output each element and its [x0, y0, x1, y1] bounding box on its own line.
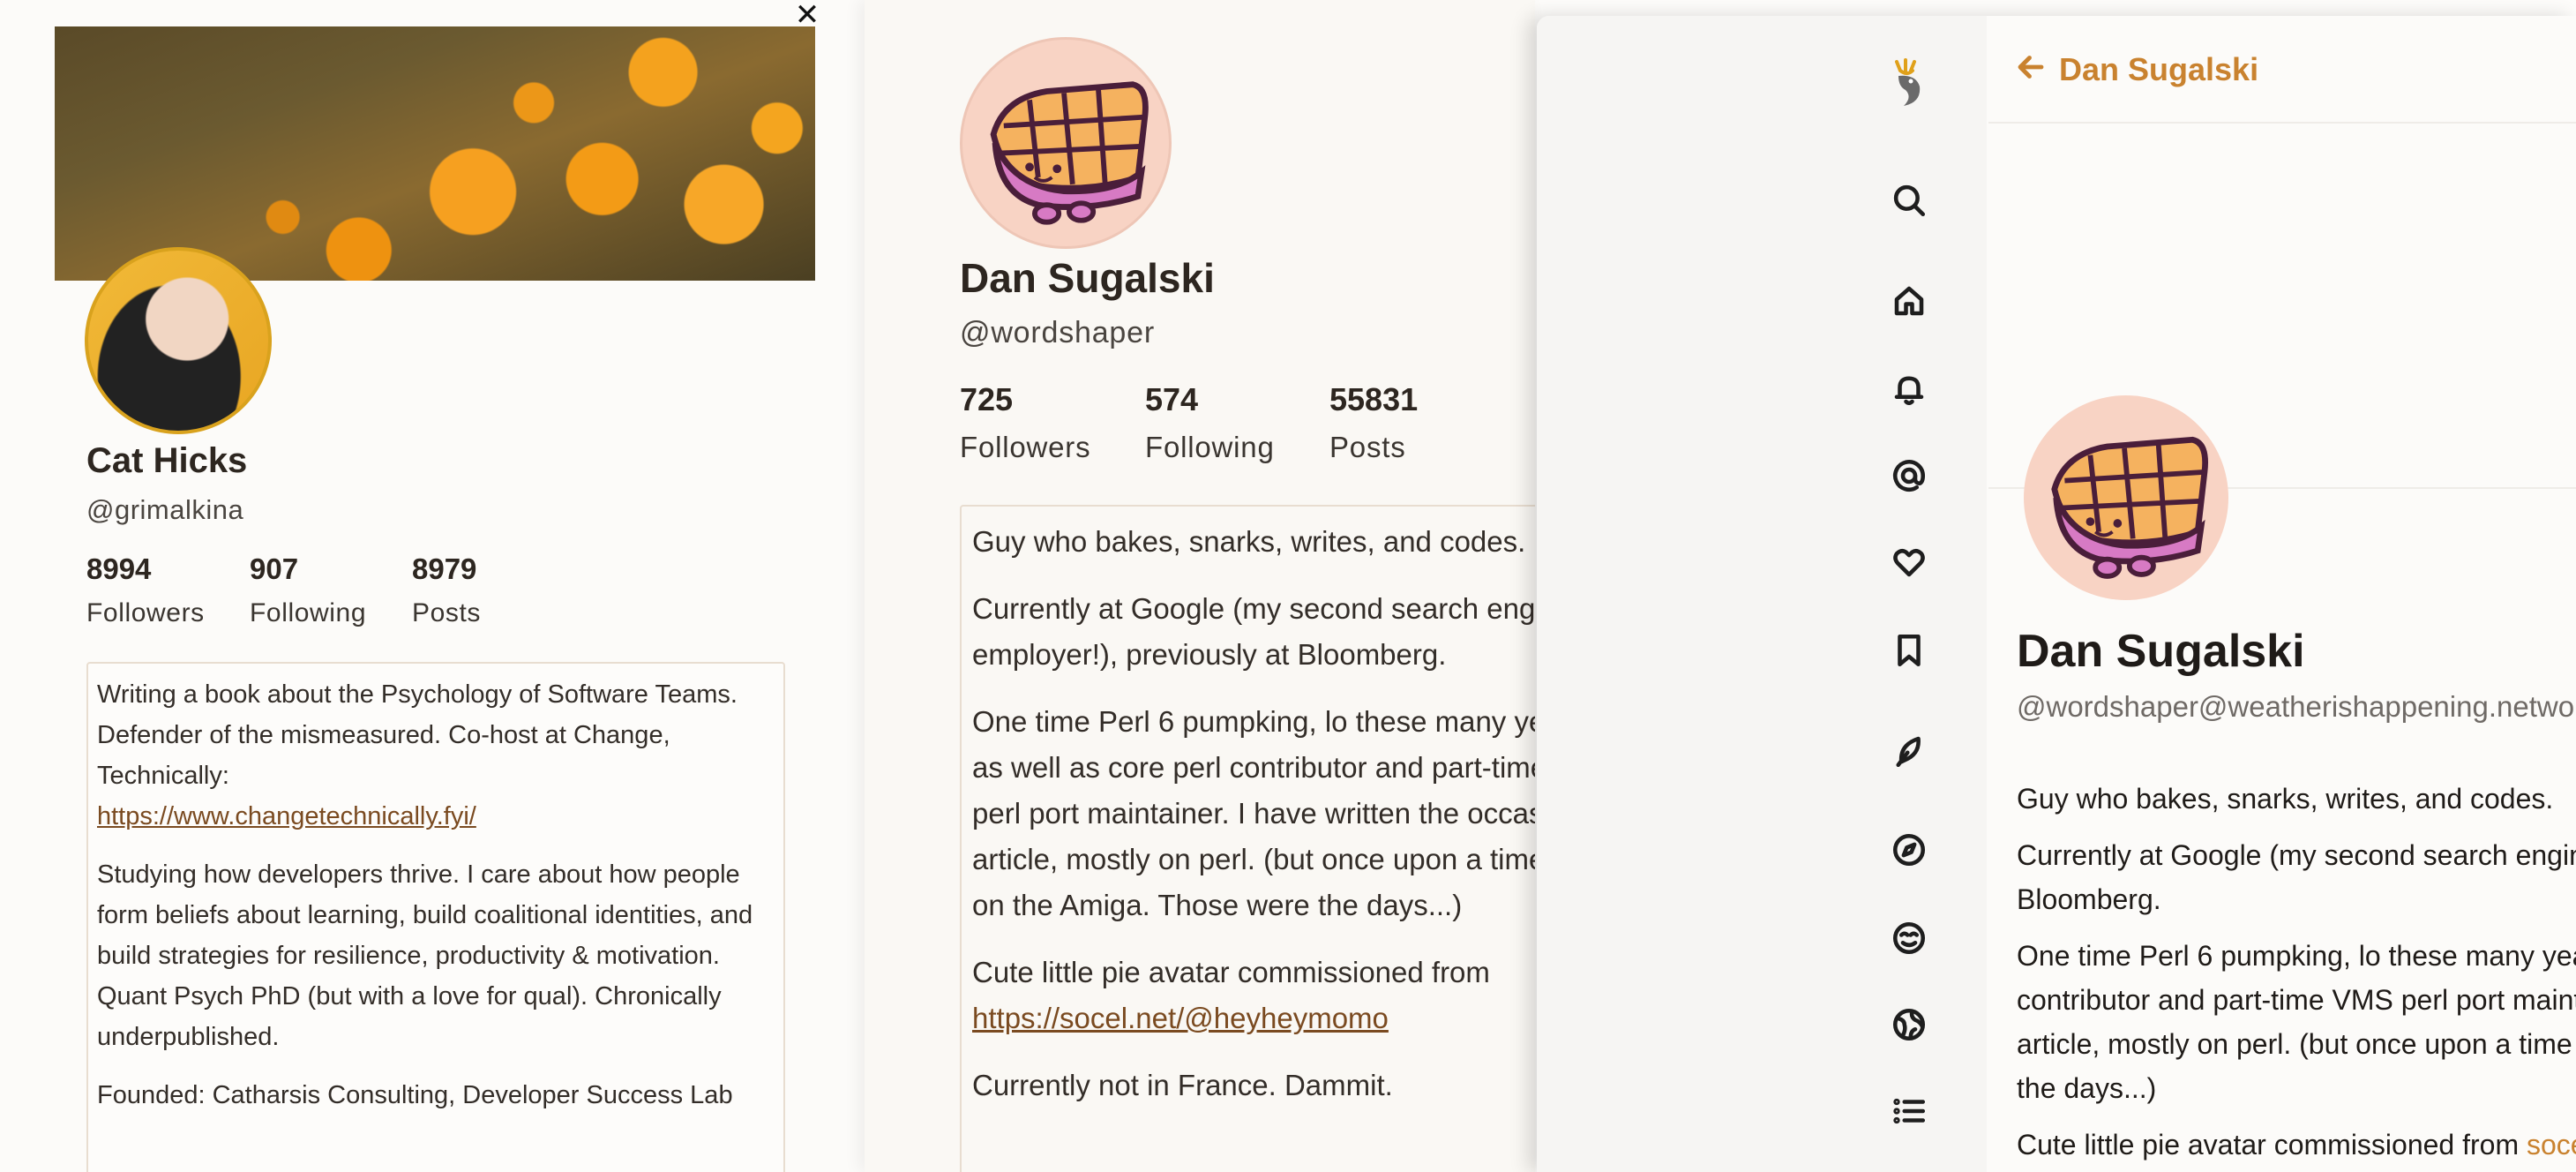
- bio-paragraph: Currently at Google (my second search en…: [972, 586, 1535, 678]
- profile-name: Cat Hicks: [86, 441, 248, 480]
- profile-name: Dan Sugalski: [960, 255, 1215, 301]
- bio-line: Cute little pie avatar commissioned from: [972, 956, 1490, 988]
- profile-bio: Writing a book about the Psychology of S…: [86, 662, 785, 1172]
- stat-label: Posts: [1329, 431, 1406, 463]
- avatar[interactable]: [960, 37, 1172, 249]
- stat-posts[interactable]: 8979 Posts: [412, 552, 481, 628]
- profile-handle: @wordshaper: [960, 316, 1155, 349]
- bio-text: Writing a book about the Psychology of S…: [97, 680, 738, 790]
- bio-line: Currently at Google (my second search en…: [2017, 839, 2576, 871]
- app-window: Dan Sugalski Dan Sugalski @wordshaper@we…: [1537, 16, 2576, 1172]
- bio-paragraph: Founded: Catharsis Consulting, Developer…: [97, 1081, 733, 1109]
- header-banner-image: [55, 26, 815, 281]
- stat-label: Following: [1145, 431, 1275, 463]
- heart-icon[interactable]: [1889, 542, 1929, 582]
- list-icon[interactable]: [1889, 1091, 1929, 1131]
- profile-name: Dan Sugalski: [2017, 626, 2305, 677]
- stat-posts[interactable]: 55831 Posts: [1329, 381, 1418, 464]
- profile-account: @wordshaper@weatherishappening.network: [2017, 690, 2576, 723]
- stat-value: 725: [960, 381, 1014, 417]
- bio-line: One time Perl 6 pumpking, lo these many …: [2017, 940, 2576, 972]
- bio-line: the days...): [2017, 1072, 2157, 1104]
- bio-line: Bloomberg.: [2017, 883, 2161, 915]
- stat-followers[interactable]: 725 Followers: [960, 381, 1090, 464]
- avatar[interactable]: [85, 247, 272, 434]
- bio-line: on the Amiga. Those were the days...): [972, 889, 1463, 921]
- bio-paragraph: Cute little pie avatar commissioned from…: [2017, 1123, 2576, 1167]
- stat-label: Following: [250, 598, 367, 627]
- stat-following[interactable]: 574 Following: [1145, 381, 1275, 464]
- bio-paragraph: Currently at Google (my second search en…: [2017, 833, 2576, 921]
- stat-following[interactable]: 907 Following: [250, 552, 366, 628]
- bio-line: Currently at Google (my second search en…: [972, 592, 1535, 625]
- app-logo-icon[interactable]: [1881, 56, 1936, 111]
- stat-label: Posts: [412, 598, 482, 627]
- bookmark-icon[interactable]: [1889, 630, 1929, 671]
- bio-paragraph: Guy who bakes, snarks, writes, and codes…: [972, 525, 1526, 558]
- bio-paragraph: Cute little pie avatar commissioned from…: [972, 950, 1535, 1041]
- bio-line: article, mostly on perl. (but once upon …: [2017, 1028, 2576, 1060]
- bio-line: perl port maintainer. I have written the…: [972, 797, 1535, 830]
- stat-value: 8994: [86, 552, 152, 585]
- stat-value: 574: [1145, 381, 1199, 417]
- profile-card-cat-hicks: ✕ Cat Hicks @grimalkina 8994 Followers 9…: [0, 0, 865, 1172]
- stat-value: 8979: [412, 552, 477, 585]
- avatar[interactable]: [2024, 395, 2228, 600]
- home-icon[interactable]: [1889, 281, 1929, 321]
- stat-followers[interactable]: 8994 Followers: [86, 552, 205, 628]
- bell-icon[interactable]: [1889, 369, 1929, 409]
- bio-paragraph: Currently not in France. Dammit.: [972, 1069, 1393, 1101]
- bio-line: One time Perl 6 pumpking, lo these many …: [972, 705, 1535, 738]
- profile-card-dan-sugalski: Dan Sugalski @wordshaper 725 Followers 5…: [865, 0, 1535, 1172]
- bio-link[interactable]: https://socel.net/@heyheymomo: [972, 1002, 1389, 1034]
- profile-bio: Guy who bakes, snarks, writes, and codes…: [960, 505, 1535, 1172]
- feather-icon[interactable]: [1889, 731, 1929, 771]
- bio-paragraph: One time Perl 6 pumpking, lo these many …: [972, 699, 1535, 928]
- bio-paragraph: Studying how developers thrive. I care a…: [97, 860, 753, 1051]
- header-title[interactable]: Dan Sugalski: [2059, 51, 2258, 88]
- stat-label: Followers: [86, 598, 205, 627]
- bio-link[interactable]: https://www.changetechnically.fyi/: [97, 802, 476, 830]
- profile-bio: Guy who bakes, snarks, writes, and codes…: [2017, 777, 2576, 1172]
- bio-paragraph: Writing a book about the Psychology of S…: [97, 674, 775, 837]
- globe-icon[interactable]: [1889, 1004, 1929, 1045]
- at-icon[interactable]: [1889, 455, 1929, 496]
- bio-line: as well as core perl contributor and par…: [972, 751, 1535, 784]
- bio-line: article, mostly on perl. (but once upon …: [972, 843, 1535, 875]
- bio-paragraph: One time Perl 6 pumpking, lo these many …: [2017, 934, 2576, 1110]
- bio-line: contributor and part-time VMS perl port …: [2017, 984, 2576, 1016]
- bio-line: employer!), previously at Bloomberg.: [972, 638, 1447, 671]
- search-icon[interactable]: [1889, 180, 1929, 221]
- bio-line: Cute little pie avatar commissioned from: [2017, 1129, 2520, 1161]
- bio-link[interactable]: socel.net/@heyheymomo: [2527, 1129, 2576, 1161]
- column-header: Dan Sugalski: [1988, 16, 2576, 124]
- compass-icon[interactable]: [1889, 830, 1929, 870]
- profile-handle: @grimalkina: [86, 494, 244, 525]
- bio-paragraph: Guy who bakes, snarks, writes, and codes…: [2017, 783, 2554, 815]
- close-icon[interactable]: ✕: [794, 0, 820, 30]
- stat-label: Followers: [960, 431, 1091, 463]
- face-icon[interactable]: [1889, 918, 1929, 958]
- stat-value: 55831: [1329, 381, 1419, 417]
- stat-value: 907: [250, 552, 299, 585]
- back-arrow-icon[interactable]: [2015, 51, 2050, 86]
